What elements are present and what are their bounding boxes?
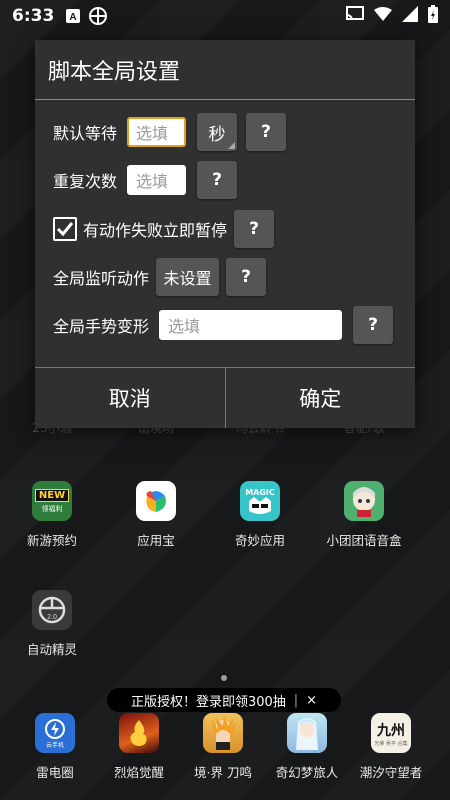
global-gesture-label: 全局手势变形 [53,317,150,336]
dock-app-thunder[interactable]: 云手机 雷电圈 [13,713,97,781]
global-listen-help-button[interactable]: ? [226,258,267,296]
global-gesture-row: 全局手势变形 选填 ? [53,306,397,344]
svg-text:2.0: 2.0 [47,614,57,621]
repeat-count-placeholder: 选填 [136,172,169,191]
app-label: 境·界 刀鸣 [194,765,252,780]
default-wait-placeholder: 选填 [136,124,169,143]
helmet-icon [88,6,108,26]
question-icon: ? [368,315,378,335]
magic-app-icon: MAGIC [240,481,280,521]
dock-app-tide[interactable]: 九州 光荣 吴平 合集 潮汐守望者 [349,713,433,781]
app-label: 自动精灵 [26,642,77,657]
default-wait-input[interactable]: 选填 [127,117,187,147]
pause-on-fail-help-button[interactable]: ? [234,210,275,248]
page-indicator-dot [221,675,227,681]
flame-awaken-icon [119,713,159,753]
app-magic[interactable]: MAGIC 奇妙应用 [208,481,312,549]
global-gesture-placeholder: 选填 [168,317,201,336]
app-label: 潮汐守望者 [359,765,423,780]
new-games-icon: NEW 领福利 [32,481,72,521]
pause-on-fail-checkbox[interactable] [53,217,77,241]
global-listen-setting-button[interactable]: 未设置 [156,258,220,296]
global-listen-row: 全局监听动作 未设置 ? [53,258,397,296]
app-new-games[interactable]: NEW 领福利 新游预约 [0,481,104,549]
signal-icon [402,5,418,27]
dock-app-fantasy[interactable]: 奇幻梦旅人 [265,713,349,781]
time-unit-label: 秒 [208,124,226,145]
blade-realm-icon [203,713,243,753]
pause-on-fail-label[interactable]: 有动作失败立即暂停 [83,217,227,241]
svg-text:A: A [70,12,77,23]
app-label: 烈焰觉醒 [113,765,164,780]
global-listen-label: 全局监听动作 [53,269,150,288]
question-icon: ? [249,219,259,239]
status-bar: 6:33 A [0,0,450,32]
cast-icon [346,5,364,27]
text-a-icon: A [66,9,81,23]
auto-sprite-icon: 2.0 [32,590,72,630]
pause-on-fail-row: 有动作失败立即暂停 ? [53,210,397,248]
battery-icon [428,4,438,28]
dock-app-blade[interactable]: 境·界 刀鸣 [181,713,265,781]
status-time: 6:33 [12,6,55,26]
checkmark-icon [56,222,74,237]
repeat-count-row: 重复次数 选填 ? [53,161,397,199]
promo-toast[interactable]: 正版授权！登录即领300抽 | × [107,688,341,712]
app-label: 奇幻梦旅人 [275,765,339,780]
tide-watcher-icon: 九州 光荣 吴平 合集 [371,713,411,753]
toast-text: 正版授权！登录即领300抽 [130,694,286,710]
time-unit-dropdown[interactable]: 秒 [197,113,238,151]
toast-close-button[interactable]: × [306,693,317,708]
app-store[interactable]: 应用宝 [104,481,208,549]
app-label: 新游预约 [26,533,77,548]
dock: 云手机 雷电圈 烈焰觉醒 境·界 刀鸣 奇幻梦旅人 九州 光荣 吴平 合集 潮汐… [13,713,450,781]
repeat-count-input[interactable]: 选填 [127,165,187,195]
app-voice-box[interactable]: 小团团语音盒 [312,481,416,549]
default-wait-label: 默认等待 [53,124,118,143]
default-wait-help-button[interactable]: ? [246,113,287,151]
app-row-2: 2.0 自动精灵 [0,590,450,658]
question-icon: ? [212,170,222,190]
confirm-button[interactable]: 确定 [224,368,416,428]
global-gesture-help-button[interactable]: ? [353,306,394,344]
dialog-title: 脚本全局设置 [35,40,415,100]
default-wait-row: 默认等待 选填 秒 ? [53,113,397,151]
toast-separator: | [293,692,299,708]
wifi-icon [374,6,392,26]
question-icon: ? [261,122,271,142]
dialog-footer: 取消 确定 [35,367,415,428]
app-label: 雷电圈 [36,765,74,780]
app-label: 应用宝 [137,533,175,548]
app-label: 小团团语音盒 [326,533,402,548]
script-global-settings-dialog: 脚本全局设置 默认等待 选填 秒 ? 重复次数 选填 ? 有动作失败立即暂停 ?… [35,40,415,428]
app-auto-sprite[interactable]: 2.0 自动精灵 [0,590,104,658]
repeat-count-label: 重复次数 [53,172,118,191]
voice-box-icon [344,481,384,521]
dock-app-flame[interactable]: 烈焰觉醒 [97,713,181,781]
app-label: 奇妙应用 [234,533,285,548]
global-gesture-input[interactable]: 选填 [159,310,343,340]
cancel-button[interactable]: 取消 [35,368,225,428]
app-row-1: NEW 领福利 新游预约 应用宝 MAGIC 奇妙应用 小团团语音盒 [0,481,450,549]
fantasy-traveler-icon [287,713,327,753]
thunder-circle-icon: 云手机 [35,713,75,753]
global-listen-value: 未设置 [163,269,212,288]
app-store-icon [136,481,176,521]
question-icon: ? [241,267,251,287]
repeat-count-help-button[interactable]: ? [197,161,238,199]
